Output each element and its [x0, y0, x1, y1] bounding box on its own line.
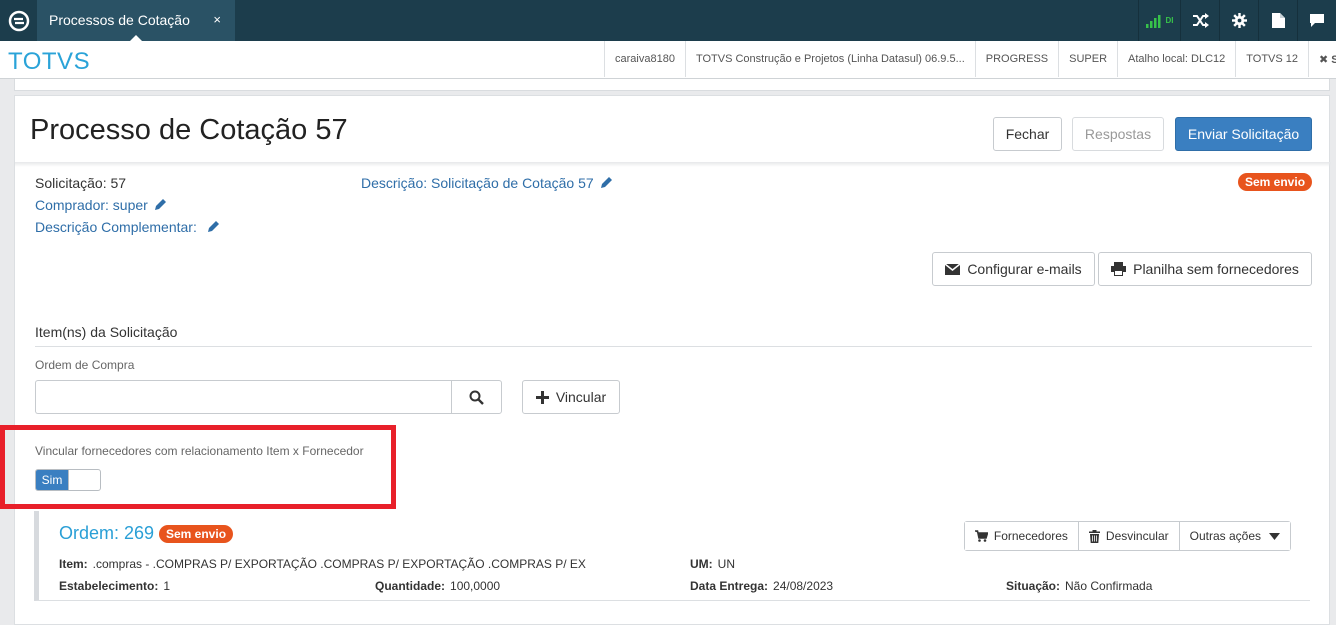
info-bar: TOTVS caraiva8180 TOTVS Construção e Pro…: [0, 41, 1336, 79]
quantidade-value: 100,0000: [450, 579, 501, 593]
connection-signal-icon[interactable]: DI: [1138, 0, 1180, 41]
header-divider: [15, 162, 1331, 167]
info-profile: SUPER: [1058, 41, 1117, 77]
tab-processos-cotacao[interactable]: Processos de Cotação ×: [37, 0, 235, 42]
status-badge: Sem envio: [1238, 173, 1313, 191]
um-field: UM: UN: [690, 557, 735, 571]
descricao-complementar-field[interactable]: Descrição Complementar:: [35, 219, 220, 235]
descricao-complementar-label: Descrição Complementar:: [35, 219, 197, 235]
um-label: UM:: [690, 557, 713, 571]
send-request-button[interactable]: Enviar Solicitação: [1175, 117, 1312, 151]
items-section-title: Item(ns) da Solicitação: [35, 324, 178, 340]
comprador-label: Comprador: super: [35, 197, 148, 213]
solicitacao-label: Solicitação: 57: [35, 175, 127, 191]
document-icon[interactable]: [1258, 0, 1297, 41]
close-button[interactable]: Fechar: [993, 117, 1062, 151]
data-entrega-value: 24/08/2023: [773, 579, 834, 593]
item-value: .compras - .COMPRAS P/ EXPORTAÇÃO .COMPR…: [92, 557, 586, 571]
order-card: Ordem: 269 Sem envio Fornecedores Desvin…: [34, 511, 1310, 601]
quantidade-field: Quantidade: 100,0000: [375, 579, 500, 593]
item-field: Item: .compras - .COMPRAS P/ EXPORTAÇÃO .…: [59, 557, 586, 571]
configure-emails-button[interactable]: Configurar e-mails: [932, 252, 1095, 286]
um-value: UN: [717, 557, 736, 571]
info-version: TOTVS 12: [1235, 41, 1308, 77]
quantidade-label: Quantidade:: [375, 579, 446, 593]
printer-icon: [1111, 262, 1127, 276]
descricao-label: Descrição: Solicitação de Cotação 57: [361, 175, 594, 191]
configure-emails-label: Configurar e-mails: [967, 261, 1082, 277]
vincular-label: Vincular: [555, 389, 607, 405]
fornecedores-label: Fornecedores: [993, 529, 1068, 543]
comprador-field[interactable]: Comprador: super: [35, 197, 167, 213]
responses-button[interactable]: Respostas: [1072, 117, 1164, 151]
breadcrumb: [14, 79, 1330, 91]
spreadsheet-button[interactable]: Planilha sem fornecedores: [1098, 252, 1312, 286]
estabelecimento-value: 1: [163, 579, 171, 593]
estabelecimento-label: Estabelecimento:: [59, 579, 159, 593]
trash-icon: [1088, 529, 1100, 543]
data-entrega-label: Data Entrega:: [690, 579, 769, 593]
info-shortcut: Atalho local: DLC12: [1117, 41, 1235, 77]
highlight-box: [0, 425, 396, 509]
ordem-compra-input[interactable]: [35, 380, 452, 414]
cart-icon: [974, 530, 988, 542]
gear-icon[interactable]: [1219, 0, 1258, 41]
fornecedores-button[interactable]: Fornecedores: [964, 522, 1078, 550]
tab-close-icon[interactable]: ×: [213, 12, 221, 27]
search-icon: [469, 390, 484, 405]
search-button[interactable]: [451, 380, 502, 414]
signal-label: DI: [1165, 16, 1174, 25]
item-label: Item:: [59, 557, 88, 571]
pencil-icon[interactable]: [206, 220, 220, 234]
pencil-icon[interactable]: [153, 198, 167, 212]
info-database: PROGRESS: [974, 41, 1058, 77]
order-actions: Fornecedores Desvincular Outras ações: [963, 521, 1291, 551]
outras-acoes-label: Outras ações: [1189, 529, 1261, 543]
situacao-label: Situação:: [1006, 579, 1061, 593]
data-entrega-field: Data Entrega: 24/08/2023: [690, 579, 833, 593]
brand-logo: TOTVS: [8, 48, 91, 75]
shuffle-icon[interactable]: [1180, 0, 1219, 41]
situacao-value: Não Confirmada: [1065, 579, 1153, 593]
plus-icon: [535, 390, 549, 404]
descricao-field[interactable]: Descrição: Solicitação de Cotação 57: [361, 175, 613, 191]
info-user: caraiva8180: [604, 41, 685, 77]
totvs-logo-icon[interactable]: [0, 0, 37, 41]
estabelecimento-field: Estabelecimento: 1: [59, 579, 170, 593]
chat-icon[interactable]: [1297, 0, 1336, 41]
order-status-badge: Sem envio: [159, 525, 234, 543]
spreadsheet-label: Planilha sem fornecedores: [1133, 261, 1299, 277]
situacao-field: Situação: Não Confirmada: [1006, 579, 1152, 593]
pencil-icon[interactable]: [599, 176, 613, 190]
vincular-button[interactable]: Vincular: [522, 380, 620, 414]
info-close-button[interactable]: ✖ S: [1308, 41, 1336, 77]
desvincular-label: Desvincular: [1105, 529, 1169, 543]
divider: [35, 346, 1312, 347]
top-navbar: Processos de Cotação × DI: [0, 0, 1336, 42]
environment-info: caraiva8180 TOTVS Construção e Projetos …: [604, 41, 1336, 77]
order-title[interactable]: Ordem: 269: [59, 523, 154, 544]
page-title: Processo de Cotação 57: [30, 114, 348, 146]
tab-label: Processos de Cotação: [49, 12, 190, 28]
ordem-compra-label: Ordem de Compra: [35, 358, 135, 372]
desvincular-button[interactable]: Desvincular: [1077, 522, 1179, 550]
chevron-down-icon: [1269, 532, 1280, 540]
envelope-icon: [945, 263, 961, 275]
info-product: TOTVS Construção e Projetos (Linha Datas…: [684, 41, 975, 77]
outras-acoes-dropdown[interactable]: Outras ações: [1178, 522, 1290, 550]
